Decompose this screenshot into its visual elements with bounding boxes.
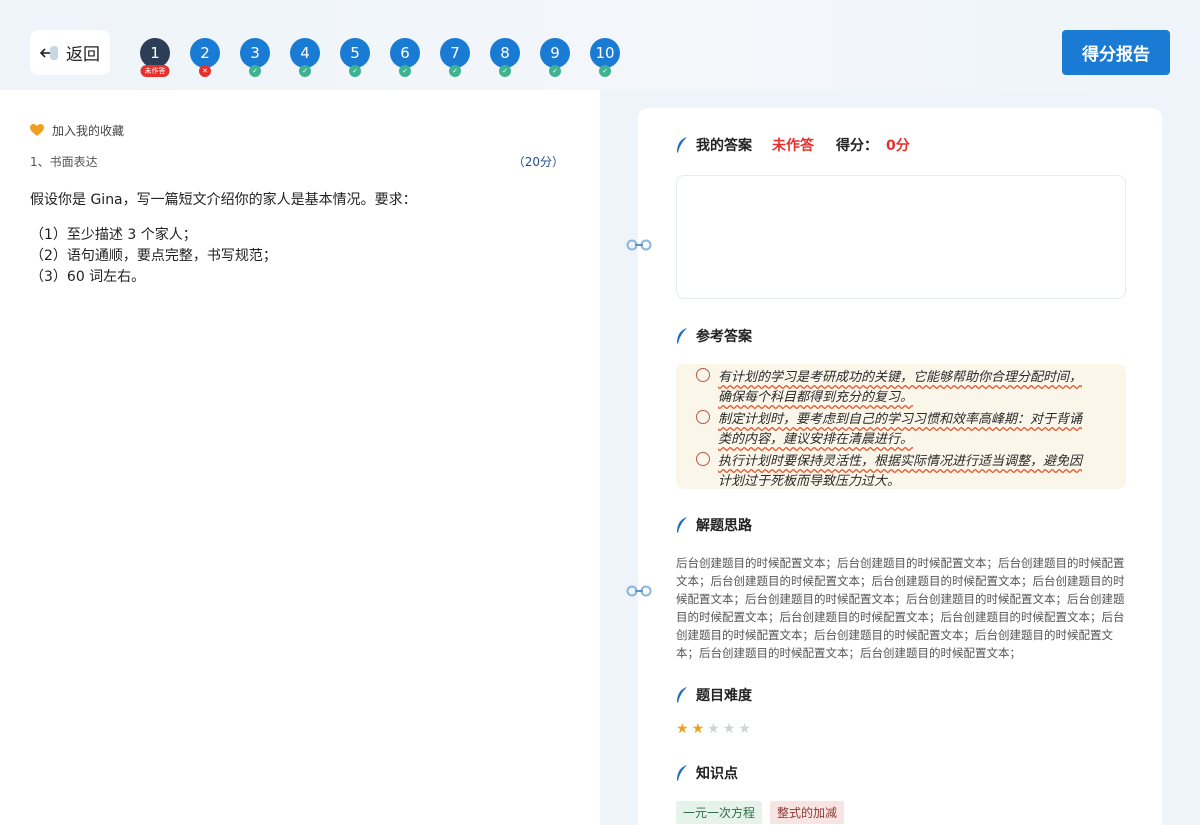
- correct-badge: ✓: [249, 65, 261, 77]
- correct-badge: ✓: [299, 65, 311, 77]
- score-report-button[interactable]: 得分报告: [1062, 30, 1170, 75]
- favorite-label: 加入我的收藏: [52, 124, 125, 138]
- requirement-item: （2）语句通顺，要点完整，书写规范；: [30, 248, 277, 264]
- correct-badge: ✓: [349, 65, 361, 77]
- reference-header: 参考答案: [676, 326, 752, 346]
- step-number: 6: [400, 44, 410, 62]
- score-title: 得分：: [836, 138, 878, 154]
- reference-line: 执行计划时要保持灵活性，根据实际情况进行适当调整，避免因: [718, 454, 1083, 469]
- thinking-header: 解题思路: [676, 515, 752, 535]
- reference-line: 制定计划时，要考虑到自己的学习习惯和效率高峰期：对于背诵: [718, 412, 1083, 427]
- step-number: 7: [450, 44, 460, 62]
- feather-icon: [677, 328, 687, 344]
- question-step-5[interactable]: 5 ✓: [340, 38, 370, 77]
- step-number: 2: [200, 44, 210, 62]
- binder-ring-icon: [626, 239, 652, 251]
- question-step-6[interactable]: 6 ✓: [390, 38, 420, 77]
- bullet-circle-icon: [696, 410, 710, 424]
- binder-ring-icon: [626, 585, 652, 597]
- star-icon: ★: [738, 721, 751, 737]
- feather-icon: [677, 765, 687, 781]
- thinking-title: 解题思路: [696, 518, 752, 534]
- my-answer-title: 我的答案: [696, 138, 752, 154]
- knowledge-header: 知识点: [676, 763, 738, 783]
- answer-panel-wrap: 我的答案 未作答 得分： 0分 参考答案 有计划的学习是考研成功的关键，它能够帮…: [618, 90, 1182, 825]
- star-icon: ★: [722, 721, 736, 737]
- top-bar: 返回 1 未作答 2 ✕ 3 ✓ 4 ✓ 5 ✓ 6 ✓ 7 ✓ 8 ✓ 9 ✓ 10 ✓ 得分报告: [0, 0, 1200, 90]
- score-value: 0分: [886, 138, 910, 154]
- star-icon: ★: [691, 721, 705, 737]
- step-number: 10: [595, 44, 615, 62]
- wrong-badge: ✕: [199, 65, 211, 77]
- difficulty-header: 题目难度: [676, 685, 752, 705]
- back-label: 返回: [66, 45, 100, 65]
- step-number: 5: [350, 44, 360, 62]
- question-step-4[interactable]: 4 ✓: [290, 38, 320, 77]
- step-number: 3: [250, 44, 260, 62]
- requirement-item: （1）至少描述 3 个家人；: [30, 227, 197, 243]
- difficulty-stars: ★ ★ ★ ★ ★: [676, 722, 751, 736]
- correct-badge: ✓: [499, 65, 511, 77]
- correct-badge: ✓: [599, 65, 611, 77]
- reference-answer-image: 有计划的学习是考研成功的关键，它能够帮助你合理分配时间， 确保每个科目都得到充分…: [676, 364, 1126, 489]
- question-step-8[interactable]: 8 ✓: [490, 38, 520, 77]
- step-number: 1: [150, 44, 160, 62]
- reference-line: 有计划的学习是考研成功的关键，它能够帮助你合理分配时间，: [718, 370, 1083, 385]
- question-score: （20分）: [512, 155, 564, 169]
- bullet-circle-icon: [696, 452, 710, 466]
- correct-badge: ✓: [549, 65, 561, 77]
- star-icon: ★: [676, 721, 689, 737]
- step-number: 8: [500, 44, 510, 62]
- question-lead: 假设你是 Gina，写一篇短文介绍你的家人是基本情况。要求：: [30, 192, 417, 208]
- question-step-2[interactable]: 2 ✕: [190, 38, 220, 77]
- difficulty-title: 题目难度: [696, 688, 752, 704]
- my-answer-header: 我的答案 未作答 得分： 0分: [676, 135, 910, 155]
- requirement-item: （3）60 词左右。: [30, 269, 146, 285]
- question-type: 1、书面表达: [30, 155, 98, 169]
- unanswered-badge: 未作答: [140, 65, 170, 77]
- question-step-9[interactable]: 9 ✓: [540, 38, 570, 77]
- feather-icon: [677, 137, 687, 153]
- answer-status: 未作答: [772, 138, 814, 154]
- feather-icon: [677, 517, 687, 533]
- heart-icon: [30, 124, 44, 136]
- back-button[interactable]: 返回: [30, 30, 110, 75]
- step-number: 9: [550, 44, 560, 62]
- correct-badge: ✓: [399, 65, 411, 77]
- reference-title: 参考答案: [696, 329, 752, 345]
- question-panel: 加入我的收藏 1、书面表达 （20分） 假设你是 Gina，写一篇短文介绍你的家…: [0, 90, 600, 825]
- back-arrow-icon: [40, 44, 60, 62]
- knowledge-tag[interactable]: 一元一次方程: [676, 801, 763, 824]
- reference-line: 计划过于死板而导致压力过大。: [718, 474, 901, 489]
- my-answer-box: [676, 175, 1126, 299]
- correct-badge: ✓: [449, 65, 461, 77]
- thinking-text: 后台创建题目的时候配置文本；后台创建题目的时候配置文本；后台创建题目的时候配置文…: [676, 556, 1125, 660]
- knowledge-tags: 一元一次方程 整式的加减: [676, 801, 845, 824]
- reference-line: 类的内容，建议安排在清晨进行。: [718, 432, 914, 447]
- bullet-circle-icon: [696, 368, 710, 382]
- knowledge-tag[interactable]: 整式的加减: [770, 801, 845, 824]
- favorite-button[interactable]: 加入我的收藏: [30, 122, 124, 139]
- reference-line: 确保每个科目都得到充分的复习。: [718, 390, 914, 405]
- feather-icon: [677, 687, 687, 703]
- question-step-7[interactable]: 7 ✓: [440, 38, 470, 77]
- answer-card: 我的答案 未作答 得分： 0分 参考答案 有计划的学习是考研成功的关键，它能够帮…: [638, 108, 1162, 825]
- question-body: 假设你是 Gina，写一篇短文介绍你的家人是基本情况。要求： （1）至少描述 3…: [30, 190, 570, 288]
- star-icon: ★: [707, 721, 720, 737]
- knowledge-title: 知识点: [696, 766, 738, 782]
- question-step-3[interactable]: 3 ✓: [240, 38, 270, 77]
- step-number: 4: [300, 44, 310, 62]
- question-step-1[interactable]: 1 未作答: [140, 38, 170, 77]
- question-step-10[interactable]: 10 ✓: [590, 38, 620, 77]
